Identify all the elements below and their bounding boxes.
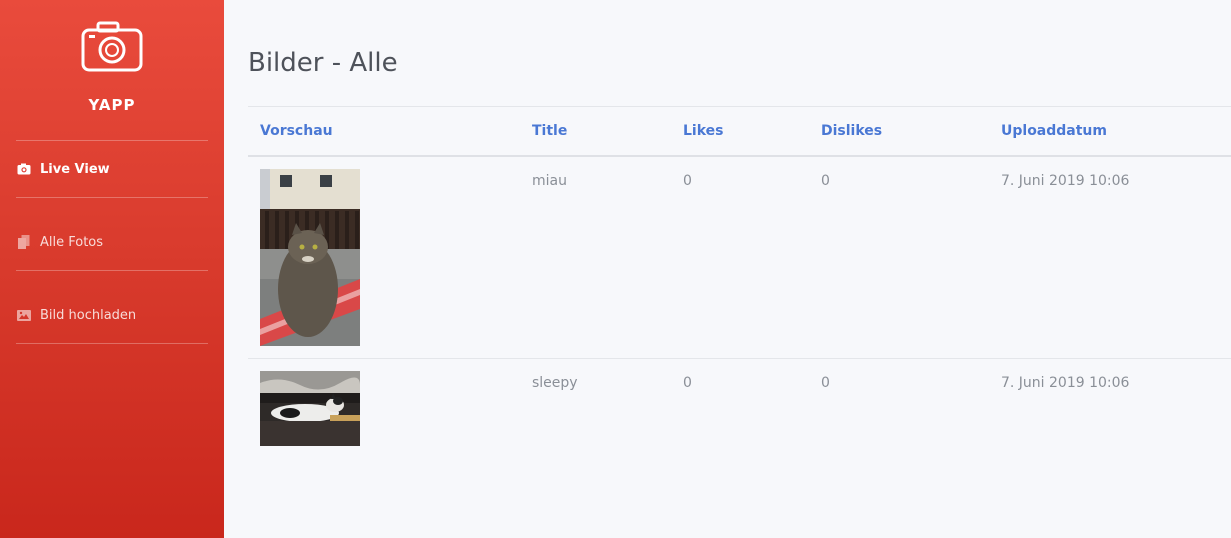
sidebar-item-label: Alle Fotos: [40, 234, 104, 250]
images-table: Vorschau Title Likes Dislikes Uploaddatu…: [248, 106, 1231, 459]
column-header-dislikes[interactable]: Dislikes: [821, 123, 882, 139]
sidebar-item-label: Bild hochladen: [40, 307, 137, 323]
preview-image[interactable]: [260, 169, 360, 346]
camera-icon: [16, 162, 32, 176]
table-row[interactable]: miau 0 0 7. Juni 2019 10:06: [248, 157, 1231, 358]
sidebar-item-live-view[interactable]: Live View: [16, 154, 208, 184]
table-row[interactable]: sleepy 0 0 7. Juni 2019 10:06: [248, 359, 1231, 459]
row-dislikes: 0: [821, 375, 830, 391]
divider: [16, 343, 208, 344]
row-likes: 0: [683, 375, 692, 391]
sidebar: YAPP Live View Alle Fotos Bild hochladen: [0, 0, 224, 538]
divider: [16, 197, 208, 198]
main-content: Bilder - Alle Vorschau Title Likes Disli…: [224, 0, 1231, 538]
row-date: 7. Juni 2019 10:06: [1001, 173, 1130, 189]
row-title: miau: [532, 173, 567, 189]
sidebar-item-alle-fotos[interactable]: Alle Fotos: [16, 227, 208, 257]
page-title: Bilder - Alle: [248, 48, 398, 78]
divider: [16, 140, 208, 141]
brand-name: YAPP: [88, 96, 136, 114]
divider: [16, 270, 208, 271]
preview-image[interactable]: [260, 371, 360, 446]
row-dislikes: 0: [821, 173, 830, 189]
column-header-title[interactable]: Title: [532, 123, 567, 139]
column-header-uploaddatum[interactable]: Uploaddatum: [1001, 123, 1107, 139]
camera-logo-icon: [81, 21, 143, 72]
column-header-vorschau[interactable]: Vorschau: [260, 123, 333, 139]
sidebar-item-bild-hochladen[interactable]: Bild hochladen: [16, 300, 208, 330]
row-title: sleepy: [532, 375, 578, 391]
row-likes: 0: [683, 173, 692, 189]
row-date: 7. Juni 2019 10:06: [1001, 375, 1130, 391]
copy-icon: [16, 235, 32, 249]
table-header: Vorschau Title Likes Dislikes Uploaddatu…: [248, 107, 1231, 155]
image-icon: [16, 308, 32, 322]
sidebar-item-label: Live View: [40, 161, 110, 177]
column-header-likes[interactable]: Likes: [683, 123, 723, 139]
